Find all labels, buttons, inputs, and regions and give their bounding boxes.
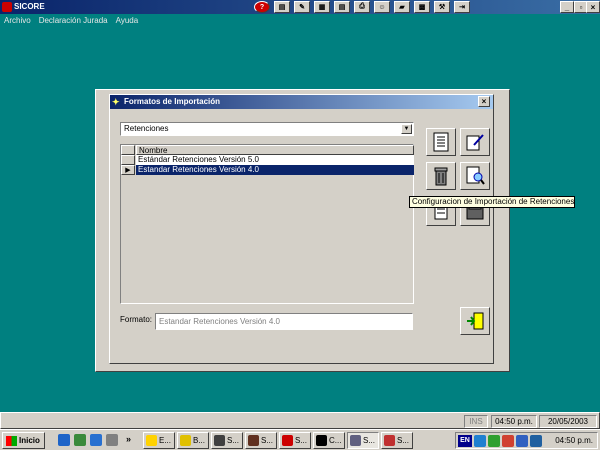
language-indicator[interactable]: EN [458,435,472,447]
book-icon[interactable]: ▰ [394,1,410,13]
tools-icon[interactable]: ⚒ [434,1,450,13]
menubar: Archivo Declaración Jurada Ayuda [0,14,600,27]
task-button-3[interactable]: S... [211,432,243,449]
configure-import-button[interactable] [460,162,490,190]
more-quicklaunch-icon[interactable]: » [126,434,131,444]
info-icon[interactable] [530,435,542,447]
delete-button[interactable] [426,162,456,190]
column-header-nombre[interactable]: Nombre [136,145,414,155]
row-name[interactable]: Estandar Retenciones Versión 4.0 [136,165,414,175]
windows-logo-icon [6,436,17,446]
format-grid[interactable]: Nombre Estándar Retenciones Versión 5.0 … [120,144,414,304]
import-formats-dialog: ✦ Formatos de Importación × Retenciones … [109,94,494,364]
people-icon[interactable]: ☺ [374,1,390,13]
edit-document-icon [466,134,484,151]
menu-declaracion-jurada[interactable]: Declaración Jurada [39,14,108,27]
network-icon[interactable] [474,435,486,447]
status-time: 04:50 p.m. [491,415,537,428]
report-icon[interactable]: ▤ [334,1,350,13]
format-label: Formato: [120,315,153,324]
exit-icon[interactable]: ⇥ [454,1,470,13]
app-window-icon [350,435,361,446]
document-icon [433,132,449,152]
printer-icon[interactable]: ⎙ [354,1,370,13]
menu-ayuda[interactable]: Ayuda [116,14,139,27]
dialog-titlebar: ✦ Formatos de Importación × [110,95,493,109]
edit-format-button[interactable] [460,128,490,156]
explorer-icon[interactable] [106,434,118,446]
task-button-4[interactable]: S... [245,432,277,449]
app-icon [2,2,12,12]
sicore-icon [384,435,395,446]
task-button-2[interactable]: B... [177,432,209,449]
status-date: 20/05/2003 [539,415,597,428]
type-select-value: Retenciones [124,124,169,133]
monitor-icon[interactable] [516,435,528,447]
exit-dialog-button[interactable] [460,307,490,335]
row-pointer-icon: ▶ [121,165,135,175]
antivirus-icon[interactable] [502,435,514,447]
type-select[interactable]: Retenciones ▼ [120,122,414,136]
magnifier-document-icon [466,166,485,185]
clock-icon [180,435,191,446]
pencil-icon [146,435,157,446]
ie-icon[interactable] [58,434,70,446]
grid-icon[interactable]: ▦ [314,1,330,13]
chevron-down-icon[interactable]: ▼ [401,124,412,134]
minimize-button[interactable]: _ [560,1,574,13]
system-tray: EN 04:50 p.m. [455,432,598,449]
dialog-icon: ✦ [112,97,120,107]
table-row-selected[interactable]: ▶ Estandar Retenciones Versión 4.0 [121,165,414,175]
format-field[interactable]: Estandar Retenciones Versión 4.0 [155,313,413,330]
grid-header-indicator [121,145,135,155]
form-icon[interactable]: ▤ [274,1,290,13]
app-titlebar: SICORE ? ▤ ✎ ▦ ▤ ⎙ ☺ ▰ ▩ ⚒ ⇥ _ ▫ × [0,0,600,14]
row-indicator [121,155,135,165]
start-button[interactable]: Inicio [2,432,45,449]
task-button-1[interactable]: E... [143,432,175,449]
task-button-5[interactable]: S... [279,432,311,449]
trash-icon [434,167,448,186]
start-label: Inicio [19,436,40,445]
grid-header: Nombre [121,145,414,155]
app-title: SICORE [14,2,45,11]
exit-door-icon [467,312,484,330]
document-button[interactable] [426,128,456,156]
table-row[interactable]: Estándar Retenciones Versión 5.0 [121,155,414,165]
outlook-icon[interactable] [90,434,102,446]
tray-clock[interactable]: 04:50 p.m. [555,433,593,448]
traffic-light-icon [214,435,225,446]
app-toolbar: ? ▤ ✎ ▦ ▤ ⎙ ☺ ▰ ▩ ⚒ ⇥ [254,1,470,14]
task-button-7-active[interactable]: S... [347,432,379,449]
tray-app-icon[interactable] [488,435,500,447]
status-ins: INS [464,415,488,428]
dialog-title: Formatos de Importación [124,97,221,106]
image-icon[interactable]: ▩ [414,1,430,13]
people-icon [248,435,259,446]
task-button-6[interactable]: C... [313,432,345,449]
close-button[interactable]: × [586,1,600,13]
row-name[interactable]: Estándar Retenciones Versión 5.0 [136,155,414,165]
help-icon[interactable]: ? [254,1,270,13]
sicore-icon [282,435,293,446]
task-button-8[interactable]: S... [381,432,413,449]
desktop-icon[interactable] [74,434,86,446]
dialog-close-button[interactable]: × [478,96,490,107]
edit-icon[interactable]: ✎ [294,1,310,13]
menu-archivo[interactable]: Archivo [4,14,31,27]
statusbar: INS 04:50 p.m. 20/05/2003 [0,412,600,429]
taskbar: Inicio » E... B... S... S... S... C... S… [0,429,600,450]
console-icon [316,435,327,446]
tooltip: Configuracion de Importación de Retencio… [409,196,575,208]
